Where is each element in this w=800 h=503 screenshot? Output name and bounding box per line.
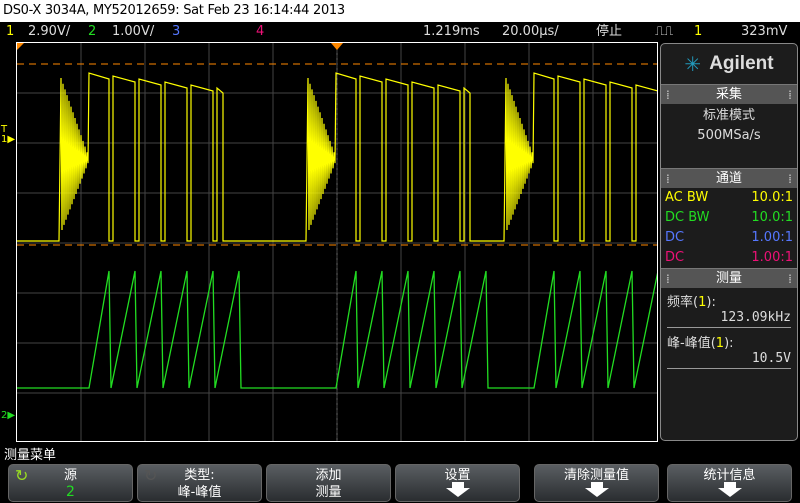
menu-title: 测量菜单: [4, 448, 57, 463]
side-panel: ✳ Agilent 采集 标准模式 500MSa/s 通道 AC BW 10.0:…: [660, 43, 798, 441]
coupling: DC: [665, 250, 685, 265]
measurement-label: 频率(1):: [667, 295, 716, 310]
run-state: 停止: [596, 24, 623, 39]
ch1-label[interactable]: 1: [6, 22, 14, 42]
channel-row-3: DC 1.00:1: [661, 228, 797, 248]
statistics-softkey[interactable]: 统计信息: [667, 464, 792, 502]
probe-ratio: 1.00:1: [751, 250, 793, 265]
channels-header[interactable]: 通道: [661, 168, 797, 189]
probe-ratio: 10.0:1: [751, 210, 793, 225]
brand-name: Agilent: [709, 53, 774, 74]
window-title: DS0-X 3034A, MY52012659: Sat Feb 23 16:1…: [0, 0, 800, 22]
trigger-level[interactable]: 323mV: [741, 22, 787, 42]
probe-ratio: 1.00:1: [751, 230, 793, 245]
type-softkey[interactable]: ↻ 类型: 峰-峰值: [137, 464, 262, 502]
sample-rate: 500MSa/s: [697, 128, 761, 143]
ch4-label[interactable]: 4: [256, 22, 264, 42]
trigger-position-icon: [17, 43, 24, 50]
acquisition-header[interactable]: 采集: [661, 84, 797, 105]
agilent-spark-icon: ✳: [684, 52, 702, 76]
entry-knob-icon: ↻: [144, 466, 158, 485]
clear-measurements-softkey[interactable]: 清除测量值: [534, 464, 659, 502]
waveform-display[interactable]: [16, 42, 658, 442]
channel-row-1: AC BW 10.0:1: [661, 188, 797, 208]
ch1-scale[interactable]: 2.90V/: [28, 22, 70, 42]
probe-ratio: 10.0:1: [751, 190, 793, 205]
ch1-ground-marker-icon[interactable]: T 1▶: [1, 125, 15, 145]
add-measurement-softkey[interactable]: 添加 测量: [266, 464, 391, 502]
submenu-arrow-icon: [584, 482, 609, 497]
channel-row-2: DC BW 10.0:1: [661, 208, 797, 228]
measurement-value: 10.5V: [667, 351, 791, 369]
measurement-value: 123.09kHz: [667, 310, 791, 328]
measurement-label: 峰-峰值(1):: [667, 336, 734, 351]
delay-value[interactable]: 1.219ms: [423, 22, 480, 42]
trigger-delay-icon: [331, 43, 343, 50]
entry-knob-icon: ↻: [15, 466, 29, 485]
channel-row-4: DC 1.00:1: [661, 248, 797, 268]
submenu-arrow-icon: [445, 482, 470, 497]
measurement-list: 频率(1): 123.09kHz 峰-峰值(1): 10.5V: [661, 288, 797, 376]
timebase-value[interactable]: 20.00µs/: [502, 22, 559, 42]
trigger-edge-icon: ⎍⎍: [655, 24, 674, 39]
coupling: DC: [665, 230, 685, 245]
trigger-source: 1: [694, 24, 703, 39]
waveform-canvas: [17, 43, 657, 441]
agilent-logo: ✳ Agilent: [661, 44, 797, 84]
settings-softkey[interactable]: 设置: [395, 464, 520, 502]
ch2-ground-marker-icon[interactable]: 2▶: [1, 410, 15, 421]
coupling: AC BW: [665, 190, 709, 205]
ch2-label[interactable]: 2: [88, 22, 96, 42]
coupling: DC BW: [665, 210, 710, 225]
submenu-arrow-icon: [717, 482, 742, 497]
acquisition-mode: 标准模式: [702, 108, 755, 123]
ch2-scale[interactable]: 1.00V/: [112, 22, 154, 42]
source-softkey[interactable]: ↻ 源2: [8, 464, 133, 502]
ch3-label[interactable]: 3: [172, 22, 180, 42]
status-bar: 1 2.90V/ 2 1.00V/ 3 4 1.219ms 20.00µs/ 停…: [0, 22, 800, 42]
measurements-header[interactable]: 测量: [661, 268, 797, 289]
